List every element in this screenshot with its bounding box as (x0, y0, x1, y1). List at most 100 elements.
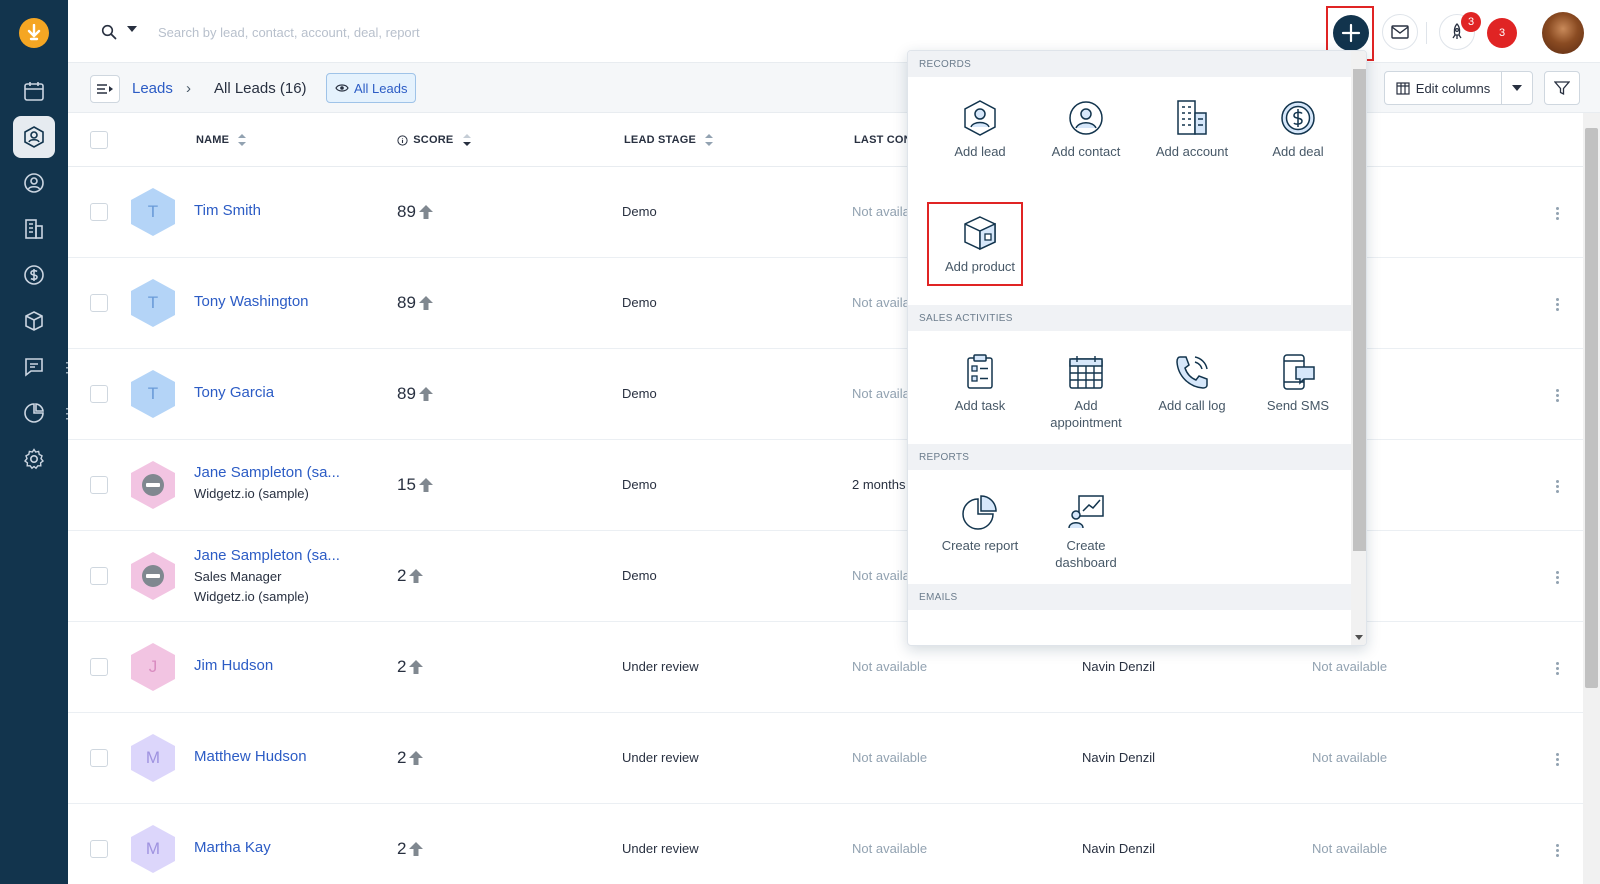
user-avatar[interactable] (1542, 12, 1584, 54)
row-checkbox[interactable] (90, 749, 108, 767)
contact-icon (1069, 101, 1103, 135)
menu-create-dashboard[interactable]: Create dashboard (1033, 493, 1139, 571)
menu-create-report[interactable]: Create report (927, 493, 1033, 554)
nav-conversations[interactable] (13, 346, 55, 388)
row-checkbox[interactable] (90, 385, 108, 403)
arrow-up-icon (418, 296, 433, 310)
edit-columns-dropdown[interactable] (1501, 71, 1533, 105)
row-more-icon[interactable] (1556, 569, 1560, 586)
row-more-icon[interactable] (1556, 751, 1560, 768)
column-header-lead-stage-label: LEAD STAGE (624, 134, 697, 146)
row-more-icon[interactable] (1556, 478, 1560, 495)
row-checkbox[interactable] (90, 840, 108, 858)
select-all-checkbox[interactable] (90, 131, 108, 149)
last-contacted: Not availa (852, 386, 910, 401)
appointment-calendar-icon (1069, 356, 1103, 389)
lead-score: 89 (397, 293, 434, 313)
nav-reports[interactable] (13, 392, 55, 434)
arrow-up-icon (418, 205, 433, 219)
lead-stage: Demo (622, 204, 657, 219)
section-reports-label: REPORTS (919, 452, 970, 463)
building-icon (1177, 100, 1207, 135)
page-scrollbar-thumb[interactable] (1585, 128, 1598, 688)
sort-icon (238, 134, 247, 147)
menu-add-appointment[interactable]: Add appointment (1033, 353, 1139, 431)
row-more-icon[interactable] (1556, 660, 1560, 677)
nav-deals[interactable] (13, 254, 55, 296)
column-header-score[interactable]: SCORE (397, 134, 471, 147)
section-sales-activities-label: SALES ACTIVITIES (919, 313, 1013, 324)
lead-score-value: 15 (397, 475, 416, 494)
row-more-icon[interactable] (1556, 842, 1560, 859)
menu-send-sms[interactable]: Send SMS (1245, 353, 1351, 414)
menu-scrollbar-thumb[interactable] (1353, 69, 1366, 551)
lead-subtitle: Sales Manager (194, 569, 282, 584)
lead-name-link[interactable]: Jane Sampleton (sa... (194, 547, 340, 564)
dashboard-icon (1068, 495, 1104, 529)
row-checkbox[interactable] (90, 658, 108, 676)
breadcrumb-leads-link[interactable]: Leads (132, 80, 173, 97)
arrow-up-icon (409, 660, 424, 674)
arrow-up-icon (409, 842, 424, 856)
extra-column-value: Not available (1312, 750, 1388, 765)
lead-name-link[interactable]: Jim Hudson (194, 657, 273, 674)
nav-contacts[interactable] (13, 162, 55, 204)
row-more-icon[interactable] (1556, 387, 1560, 404)
row-checkbox[interactable] (90, 203, 108, 221)
pie-chart-icon (24, 403, 44, 423)
lead-stage: Under review (622, 659, 699, 674)
plus-icon (1341, 23, 1361, 43)
view-toggle-button[interactable] (90, 75, 120, 103)
column-header-last-contacted[interactable]: LAST CON (854, 134, 912, 146)
left-navigation: ⋮ ⋮ (0, 0, 74, 884)
row-more-icon[interactable] (1556, 205, 1560, 222)
global-search-input[interactable] (158, 20, 658, 44)
column-header-name[interactable]: NAME (196, 134, 247, 147)
arrow-up-icon (409, 569, 424, 583)
app-logo[interactable] (19, 18, 49, 48)
nav-leads[interactable] (13, 116, 55, 158)
menu-add-task-label: Add task (954, 398, 1006, 413)
sort-desc-icon (462, 134, 471, 147)
menu-add-contact[interactable]: Add contact (1033, 99, 1139, 160)
chevron-down-icon (1512, 85, 1522, 91)
add-product-highlight (927, 202, 1023, 286)
menu-create-dashboard-label-line2: dashboard (1055, 555, 1117, 570)
lead-score-value: 89 (397, 293, 416, 312)
row-more-icon[interactable] (1556, 296, 1560, 313)
search-scope-caret-icon[interactable] (127, 26, 137, 32)
email-button[interactable] (1382, 14, 1418, 50)
scroll-down-arrow-icon[interactable] (1355, 635, 1363, 640)
search-icon[interactable] (101, 24, 117, 40)
nav-settings[interactable] (13, 438, 55, 480)
row-checkbox[interactable] (90, 294, 108, 312)
menu-add-deal[interactable]: Add deal (1245, 99, 1351, 160)
lead-name-link[interactable]: Jane Sampleton (sa... (194, 464, 340, 481)
row-checkbox[interactable] (90, 567, 108, 585)
lead-name-link[interactable]: Tony Garcia (194, 384, 274, 401)
menu-add-lead[interactable]: Add lead (927, 99, 1033, 160)
lead-name-link[interactable]: Matthew Hudson (194, 748, 307, 765)
menu-add-account[interactable]: Add account (1139, 99, 1245, 160)
lead-name-link[interactable]: Tony Washington (194, 293, 309, 310)
alerts-button[interactable]: 3 (1487, 18, 1517, 48)
row-checkbox[interactable] (90, 476, 108, 494)
arrow-up-icon (418, 478, 433, 492)
column-header-lead-stage[interactable]: LEAD STAGE (624, 134, 714, 147)
columns-icon (1396, 81, 1410, 95)
header-divider (1426, 22, 1427, 44)
nav-calendar[interactable] (13, 70, 55, 112)
section-reports: REPORTS (908, 444, 1351, 470)
breadcrumb-separator: › (186, 80, 191, 97)
filter-button[interactable] (1544, 71, 1580, 105)
lead-name-link[interactable]: Martha Kay (194, 839, 271, 856)
nav-products[interactable] (13, 300, 55, 342)
menu-add-task[interactable]: Add task (927, 353, 1033, 414)
edit-columns-button[interactable]: Edit columns (1384, 71, 1502, 105)
menu-add-call-log[interactable]: Add call log (1139, 353, 1245, 414)
lead-name-link[interactable]: Tim Smith (194, 202, 261, 219)
nav-accounts[interactable] (13, 208, 55, 250)
quick-add-button[interactable] (1333, 15, 1369, 51)
view-filter-chip[interactable]: All Leads (326, 73, 417, 103)
lead-score: 89 (397, 202, 434, 222)
